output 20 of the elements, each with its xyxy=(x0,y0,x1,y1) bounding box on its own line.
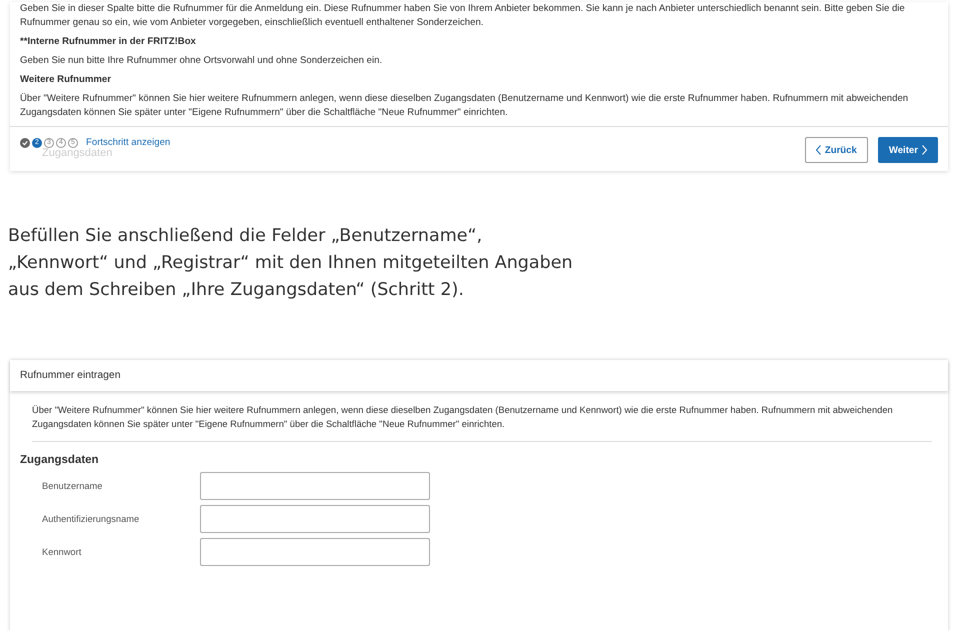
chevron-left-icon xyxy=(816,145,821,155)
progress-link[interactable]: Fortschritt anzeigen xyxy=(86,137,170,148)
next-button[interactable]: Weiter xyxy=(878,137,938,163)
section-heading: Zugangsdaten xyxy=(20,454,100,466)
chevron-right-icon xyxy=(922,145,927,155)
back-button[interactable]: Zurück xyxy=(804,137,868,163)
help-text: Geben Sie nun bitte Ihre Rufnummer ohne Ortsvorwahl und ohne Sonderzeichen ein. xyxy=(20,54,384,68)
panel-title: Rufnummer eintragen xyxy=(10,360,948,391)
help-text: Über "Weitere Rufnummer" können Sie hier weitere Rufnummern anlegen, wenn diese dieselben Zugangsdaten (Benutzername und Kennwort) wie die erste Rufnummer haben. Rufnummern mit abweichenden Zugangsdaten können Sie später unter "Eigene Rufnummern" über die Schaltfläche "Neue Rufnummer" einrichten. xyxy=(20,92,910,120)
field-label: Kennwort xyxy=(42,547,82,557)
help-text: Geben Sie in dieser Spalte bitte die Rufnummer für die Anmeldung ein. Diese Rufnummer haben Sie von Ihrem Anbieter bekommen. Sie kann je nach Anbieter unterschiedlich benannt sein. Bitte geben Sie die Rufnummer genau so ein, wie vom Anbieter vorgegeben, einschließlich eventuell enthaltener Sonderzeichen. xyxy=(20,2,906,30)
instruction-paragraph: Befüllen Sie anschließend die Felder „Benutzername“, „Kennwort“ und „Registrar“ mit den Ihnen mitgeteilten Angaben aus dem Schreiben „Ihre Zugangsdaten“ (Schritt 2). xyxy=(8,225,574,302)
section-heading: **Interne Rufnummer in der FRITZ!Box xyxy=(20,35,197,49)
field-label: Benutzername xyxy=(42,481,104,491)
input-field[interactable] xyxy=(200,505,430,533)
input-field[interactable] xyxy=(200,538,430,566)
section-heading: Weitere Rufnummer xyxy=(20,73,112,87)
input-field[interactable] xyxy=(200,472,430,500)
info-text: Über "Weitere Rufnummer" können Sie hier weitere Rufnummern anlegen, wenn diese dieselben Zugangsdaten (Benutzername und Kennwort) wie die erste Rufnummer haben. Rufnummern mit abweichenden Zugangsdaten können Sie später unter "Eigene Rufnummern" über die Schaltfläche "Neue Rufnummer" einrichten. xyxy=(32,403,932,442)
field-label: Authentifizierungsname xyxy=(42,514,140,524)
